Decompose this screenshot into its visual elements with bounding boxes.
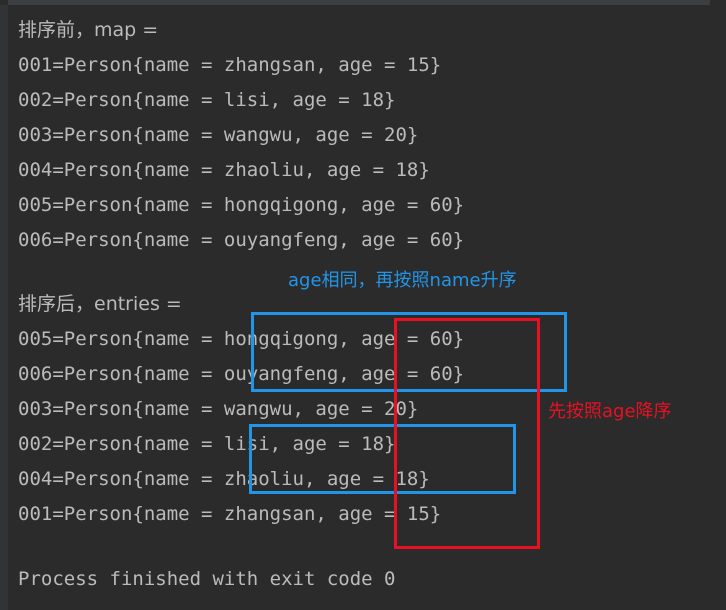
console-line-person-006-after: 006=Person{name = ouyangfeng, age = 60}: [18, 363, 465, 385]
console-line-person-004-before: 004=Person{name = zhaoliu, age = 18}: [18, 159, 430, 181]
console-line-person-003-after: 003=Person{name = wangwu, age = 20}: [18, 398, 419, 420]
console-line-person-006-before: 006=Person{name = ouyangfeng, age = 60}: [18, 229, 465, 251]
console-line-sorted-after-header: 排序后，entries =: [18, 293, 182, 315]
console-line-person-005-before: 005=Person{name = hongqigong, age = 60}: [18, 194, 465, 216]
console-line-process-finished: Process finished with exit code 0: [18, 568, 396, 590]
annotation-age-descending-note: 先按照age降序: [548, 401, 672, 422]
console-text-area[interactable]: 排序前，map = 001=Person{name = zhangsan, ag…: [8, 5, 726, 610]
annotation-name-ascending-note: age相同，再按照name升序: [288, 270, 517, 291]
console-line-person-003-before: 003=Person{name = wangwu, age = 20}: [18, 124, 419, 146]
console-line-person-005-after: 005=Person{name = hongqigong, age = 60}: [18, 328, 465, 350]
console-line-person-004-after: 004=Person{name = zhaoliu, age = 18}: [18, 468, 430, 490]
console-line-person-002-after: 002=Person{name = lisi, age = 18}: [18, 433, 396, 455]
console-line-person-001-after: 001=Person{name = zhangsan, age = 15}: [18, 503, 442, 525]
console-line-person-001-before: 001=Person{name = zhangsan, age = 15}: [18, 54, 442, 76]
console-line-sorted-before-header: 排序前，map =: [18, 19, 159, 41]
console-left-gutter: [0, 5, 8, 610]
console-output-panel: 排序前，map = 001=Person{name = zhangsan, ag…: [0, 0, 726, 610]
console-line-person-002-before: 002=Person{name = lisi, age = 18}: [18, 89, 396, 111]
